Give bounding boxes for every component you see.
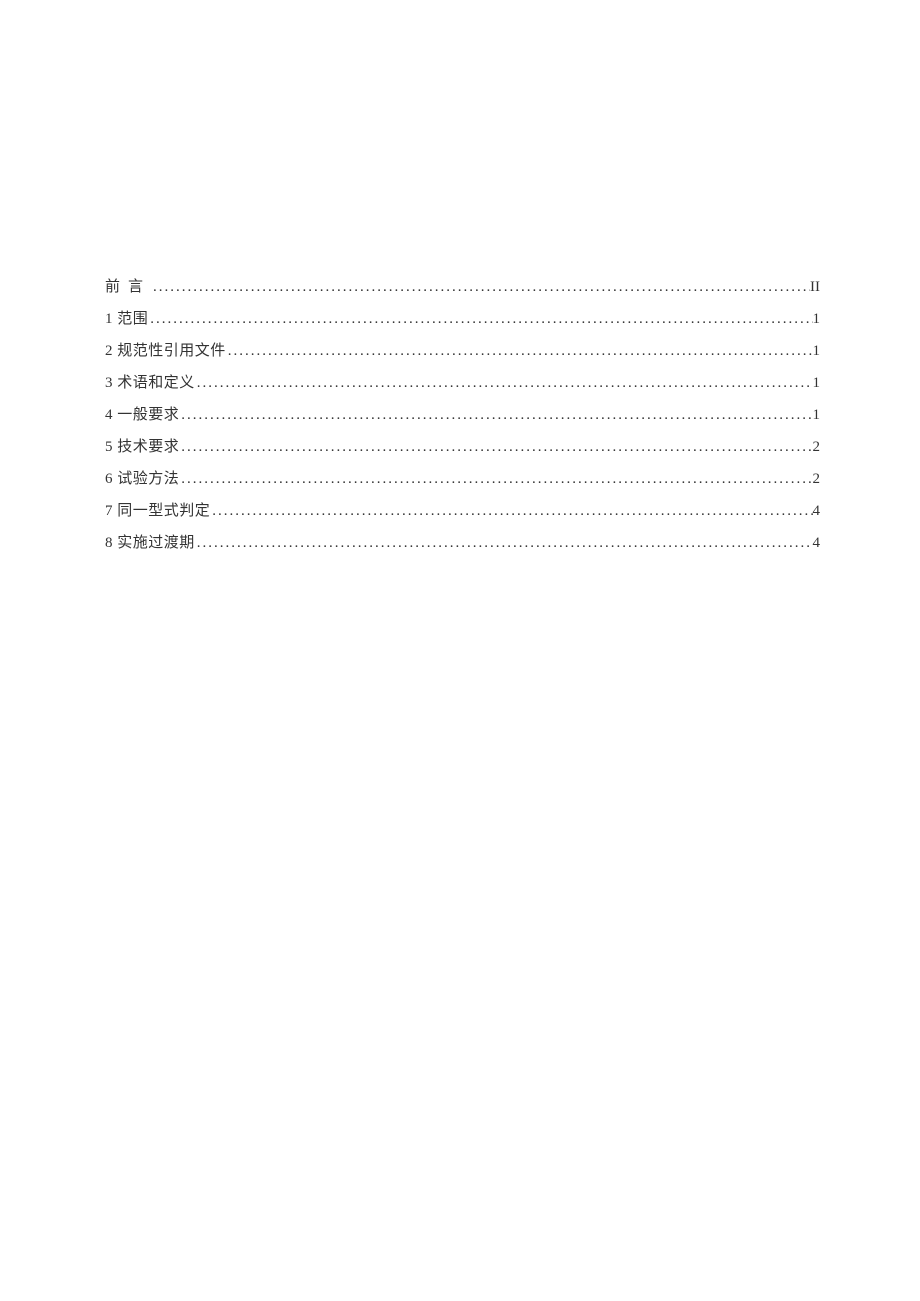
toc-label: 6 试验方法 bbox=[105, 467, 179, 488]
toc-leader-dots bbox=[210, 503, 812, 520]
toc-entry: 4 一般要求 1 bbox=[105, 403, 820, 424]
toc-leader-dots bbox=[179, 471, 812, 488]
toc-label: 5 技术要求 bbox=[105, 435, 179, 456]
toc-page-number: 4 bbox=[813, 503, 821, 520]
table-of-contents: 前言 II 1 范围 1 2 规范性引用文件 1 3 术语和定义 1 4 一般要… bbox=[105, 275, 820, 552]
toc-entry: 3 术语和定义 1 bbox=[105, 371, 820, 392]
toc-page-number: 4 bbox=[813, 535, 821, 552]
toc-leader-dots bbox=[151, 279, 810, 296]
toc-page-number: 1 bbox=[813, 311, 821, 328]
toc-label: 1 范围 bbox=[105, 307, 148, 328]
toc-entry: 前言 II bbox=[105, 275, 820, 296]
toc-page-number: 1 bbox=[813, 407, 821, 424]
toc-entry: 8 实施过渡期 4 bbox=[105, 531, 820, 552]
toc-leader-dots bbox=[179, 439, 812, 456]
toc-label: 3 术语和定义 bbox=[105, 371, 195, 392]
toc-label: 前言 bbox=[105, 275, 151, 296]
toc-label: 2 规范性引用文件 bbox=[105, 339, 226, 360]
toc-label: 4 一般要求 bbox=[105, 403, 179, 424]
toc-leader-dots bbox=[195, 535, 813, 552]
toc-page-number: 1 bbox=[813, 343, 821, 360]
toc-leader-dots bbox=[148, 311, 812, 328]
toc-label: 8 实施过渡期 bbox=[105, 531, 195, 552]
toc-entry: 6 试验方法 2 bbox=[105, 467, 820, 488]
toc-label: 7 同一型式判定 bbox=[105, 499, 210, 520]
toc-entry: 2 规范性引用文件 1 bbox=[105, 339, 820, 360]
toc-page-number: 2 bbox=[813, 471, 821, 488]
toc-entry: 7 同一型式判定 4 bbox=[105, 499, 820, 520]
toc-leader-dots bbox=[195, 375, 813, 392]
toc-leader-dots bbox=[226, 343, 813, 360]
toc-entry: 5 技术要求 2 bbox=[105, 435, 820, 456]
toc-page-number: 1 bbox=[813, 375, 821, 392]
toc-page-number: II bbox=[810, 279, 820, 296]
toc-entry: 1 范围 1 bbox=[105, 307, 820, 328]
toc-leader-dots bbox=[179, 407, 812, 424]
toc-page-number: 2 bbox=[813, 439, 821, 456]
